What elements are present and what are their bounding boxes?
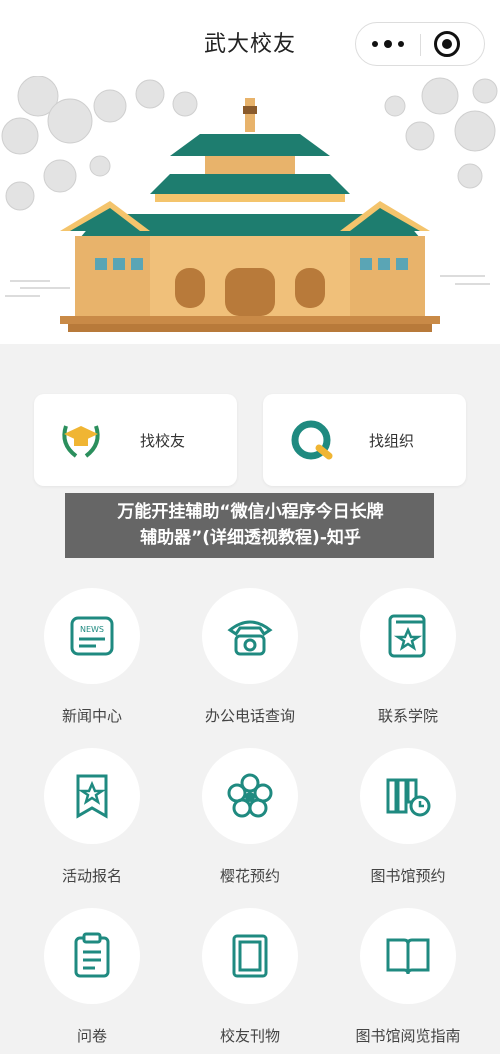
grid-item-phone[interactable]: 办公电话查询 xyxy=(175,562,325,725)
find-alumni-card[interactable]: 找校友 xyxy=(34,394,237,486)
mini-program-capsule xyxy=(355,22,485,66)
campus-building-illustration xyxy=(1,76,498,332)
overlay-line-1: 万能开挂辅助“微信小程序今日长牌 xyxy=(117,502,384,522)
find-organization-label: 找组织 xyxy=(369,432,415,450)
grid-item-label: 问卷 xyxy=(76,1027,107,1045)
overlay-caption: 万能开挂辅助“微信小程序今日长牌 辅助器”(详细透视教程)-知乎 xyxy=(65,493,434,558)
banner-illustration xyxy=(0,76,500,344)
icon-circle xyxy=(44,748,140,844)
icon-circle xyxy=(44,908,140,1004)
find-alumni-label: 找校友 xyxy=(140,432,186,450)
grid-item-label: 校友刊物 xyxy=(219,1027,280,1045)
icon-circle xyxy=(202,588,298,684)
service-grid: NEWS 新闻中心 办公电话查询 联系学院 活动报名 樱花预约 图书馆预约 问卷… xyxy=(0,562,500,1054)
star-bookmark-icon xyxy=(76,774,108,819)
icon-circle: NEWS xyxy=(44,588,140,684)
icon-circle xyxy=(202,748,298,844)
svg-text:NEWS: NEWS xyxy=(80,625,104,634)
open-book-icon xyxy=(386,938,430,975)
overlay-line-2: 辅助器”(详细透视教程)-知乎 xyxy=(140,528,361,548)
q-ring-icon xyxy=(291,420,333,460)
capsule-divider xyxy=(420,34,421,56)
grid-item-library-booking[interactable]: 图书馆预约 xyxy=(333,722,483,885)
telephone-icon xyxy=(227,620,273,656)
icon-circle xyxy=(360,908,456,1004)
icon-circle xyxy=(202,908,298,1004)
grid-item-label: 图书馆阅览指南 xyxy=(355,1027,461,1045)
graduation-cap-laurel-icon xyxy=(62,425,100,458)
grid-item-contact-college[interactable]: 联系学院 xyxy=(333,562,483,725)
library-clock-icon xyxy=(386,778,431,817)
clipboard-icon xyxy=(74,932,110,978)
more-dots-icon[interactable] xyxy=(356,23,420,65)
grid-item-library-guide[interactable]: 图书馆阅览指南 xyxy=(333,882,483,1045)
news-icon: NEWS xyxy=(70,616,114,656)
grid-item-alumni-magazine[interactable]: 校友刊物 xyxy=(175,882,325,1045)
nav-bar: 武大校友 xyxy=(0,0,500,76)
close-target-icon[interactable] xyxy=(434,31,460,57)
magazine-icon xyxy=(232,934,268,978)
icon-circle xyxy=(360,588,456,684)
grid-item-event-signup[interactable]: 活动报名 xyxy=(17,722,167,885)
grid-item-sakura-booking[interactable]: 樱花预约 xyxy=(175,722,325,885)
find-organization-card[interactable]: 找组织 xyxy=(263,394,466,486)
grid-item-survey[interactable]: 问卷 xyxy=(17,882,167,1045)
cherry-blossom-icon xyxy=(227,773,273,818)
grid-item-news[interactable]: NEWS 新闻中心 xyxy=(17,562,167,725)
icon-circle xyxy=(360,748,456,844)
star-book-icon xyxy=(388,614,426,658)
